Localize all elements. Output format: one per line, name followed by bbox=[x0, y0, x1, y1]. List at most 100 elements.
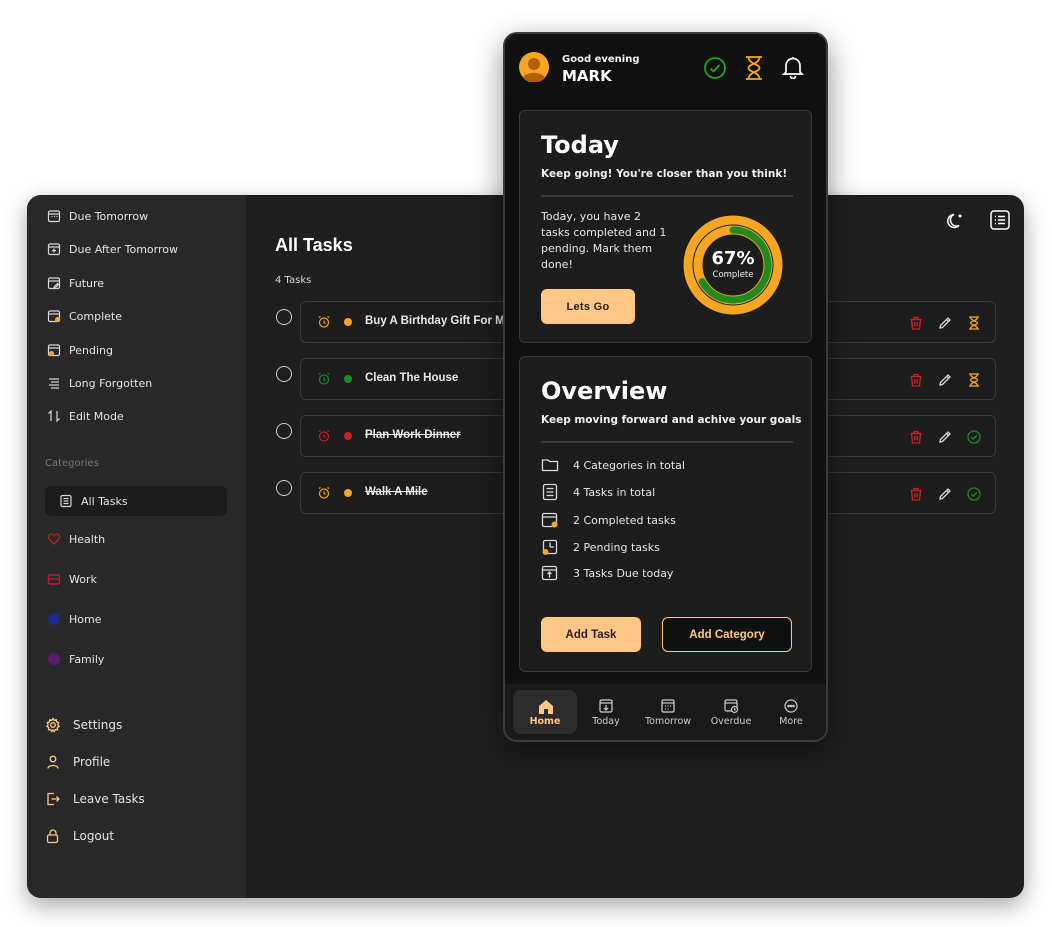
sidebar-logout[interactable]: Logout bbox=[45, 824, 114, 848]
theme-toggle-button[interactable] bbox=[945, 211, 965, 231]
divider bbox=[541, 195, 793, 197]
sort-arrows-icon bbox=[47, 409, 61, 423]
task-checkbox[interactable] bbox=[276, 480, 292, 496]
sidebar-item-label: Edit Mode bbox=[69, 409, 124, 423]
overview-item-text: 4 Tasks in total bbox=[573, 485, 656, 499]
delete-icon[interactable] bbox=[908, 486, 924, 502]
check-circle-icon[interactable] bbox=[966, 429, 982, 445]
sidebar-item-due-after-tomorrow[interactable]: Due After Tomorrow bbox=[47, 237, 178, 261]
add-category-button[interactable]: Add Category bbox=[662, 617, 792, 652]
family-icon bbox=[47, 652, 61, 666]
delete-icon[interactable] bbox=[908, 315, 924, 331]
category-label: Home bbox=[69, 612, 102, 626]
overview-card: Overview Keep moving forward and achive … bbox=[519, 356, 812, 672]
sidebar-item-label: Due Tomorrow bbox=[69, 209, 149, 223]
user-name: MARK bbox=[562, 67, 612, 85]
sidebar-item-label: Complete bbox=[69, 309, 123, 323]
sidebar-item-due-tomorrow[interactable]: Due Tomorrow bbox=[47, 204, 148, 228]
exit-icon bbox=[45, 791, 61, 807]
sidebar-item-label: Future bbox=[69, 276, 105, 290]
avatar[interactable] bbox=[519, 52, 549, 83]
overview-item-categories: 4 Categories in total bbox=[541, 455, 685, 475]
logout-label: Logout bbox=[73, 829, 115, 843]
checklist-icon bbox=[541, 483, 559, 501]
calendar-grid-icon bbox=[660, 698, 676, 714]
nav-label: Tomorrow bbox=[644, 715, 692, 727]
heart-icon bbox=[47, 532, 61, 546]
alarm-icon bbox=[317, 486, 331, 500]
category-label: Work bbox=[69, 572, 97, 586]
priority-dot bbox=[344, 375, 352, 383]
add-task-button[interactable]: Add Task bbox=[541, 617, 641, 652]
list-view-button[interactable] bbox=[989, 209, 1011, 231]
today-title: Today bbox=[541, 131, 619, 159]
profile-label: Profile bbox=[73, 755, 111, 769]
task-checkbox[interactable] bbox=[276, 366, 292, 382]
progress-label: Complete bbox=[712, 270, 754, 280]
nav-label: Home bbox=[529, 715, 561, 727]
overview-title: Overview bbox=[541, 377, 668, 405]
hourglass-icon[interactable] bbox=[966, 315, 982, 331]
priority-dot bbox=[344, 432, 352, 440]
edit-icon[interactable] bbox=[937, 486, 953, 502]
nav-overdue[interactable]: Overdue bbox=[701, 690, 761, 734]
hourglass-icon[interactable] bbox=[966, 372, 982, 388]
bell-icon[interactable] bbox=[781, 55, 805, 80]
check-circle-icon[interactable] bbox=[703, 56, 727, 80]
category-health[interactable]: Health bbox=[45, 524, 227, 554]
calendar-pending-icon bbox=[541, 538, 559, 556]
overview-item-text: 3 Tasks Due today bbox=[573, 566, 674, 580]
sidebar-item-complete[interactable]: Complete bbox=[47, 304, 122, 328]
nav-today[interactable]: Today bbox=[576, 690, 636, 734]
edit-icon[interactable] bbox=[937, 429, 953, 445]
today-card: Today Keep going! You're closer than you… bbox=[519, 110, 812, 343]
page-title: All Tasks bbox=[275, 235, 353, 255]
sidebar-settings[interactable]: Settings bbox=[45, 713, 122, 737]
more-icon bbox=[783, 698, 799, 714]
task-checkbox[interactable] bbox=[276, 423, 292, 439]
task-title: Buy A Birthday Gift For M bbox=[365, 315, 505, 327]
category-label: Health bbox=[69, 532, 106, 546]
home-icon bbox=[537, 698, 553, 714]
sidebar-item-label: Long Forgotten bbox=[69, 376, 153, 390]
calendar-check-icon bbox=[541, 511, 559, 529]
task-checkbox[interactable] bbox=[276, 309, 292, 325]
sidebar-item-long-forgotten[interactable]: Long Forgotten bbox=[47, 371, 152, 395]
sidebar-leave-tasks[interactable]: Leave Tasks bbox=[45, 787, 145, 811]
lets-go-button[interactable]: Lets Go bbox=[541, 289, 635, 324]
delete-icon[interactable] bbox=[908, 429, 924, 445]
overview-item-text: 4 Categories in total bbox=[573, 458, 685, 472]
edit-icon[interactable] bbox=[937, 315, 953, 331]
sidebar: Due Tomorrow Due After Tomorrow Future C… bbox=[27, 195, 246, 898]
calendar-upload-icon bbox=[541, 564, 559, 582]
delete-icon[interactable] bbox=[908, 372, 924, 388]
house-icon bbox=[47, 612, 61, 626]
mobile-header: Good evening MARK bbox=[505, 34, 826, 98]
calendar-clock-icon bbox=[47, 343, 61, 357]
edit-icon[interactable] bbox=[937, 372, 953, 388]
alarm-icon bbox=[317, 429, 331, 443]
sidebar-item-edit-mode[interactable]: Edit Mode bbox=[47, 404, 124, 428]
sidebar-item-pending[interactable]: Pending bbox=[47, 338, 113, 362]
calendar-edit-icon bbox=[47, 276, 61, 290]
sidebar-item-future[interactable]: Future bbox=[47, 271, 104, 295]
today-icon bbox=[598, 698, 614, 714]
list-icon bbox=[989, 209, 1011, 231]
alarm-icon bbox=[317, 315, 331, 329]
category-label: All Tasks bbox=[81, 494, 128, 508]
nav-tomorrow[interactable]: Tomorrow bbox=[638, 690, 698, 734]
category-all-tasks[interactable]: All Tasks bbox=[45, 486, 227, 516]
sidebar-profile[interactable]: Profile bbox=[45, 750, 110, 774]
check-circle-icon[interactable] bbox=[966, 486, 982, 502]
category-work[interactable]: Work bbox=[45, 564, 227, 594]
category-family[interactable]: Family bbox=[45, 644, 227, 674]
hourglass-icon[interactable] bbox=[743, 55, 765, 81]
category-home[interactable]: Home bbox=[45, 604, 227, 634]
nav-more[interactable]: More bbox=[761, 690, 821, 734]
overview-item-text: 2 Pending tasks bbox=[573, 540, 660, 554]
overview-item-pending: 2 Pending tasks bbox=[541, 537, 660, 557]
nav-home[interactable]: Home bbox=[513, 690, 577, 734]
overview-item-tasks: 4 Tasks in total bbox=[541, 482, 655, 502]
list-lines-icon bbox=[47, 376, 61, 390]
calendar-check-icon bbox=[47, 309, 61, 323]
